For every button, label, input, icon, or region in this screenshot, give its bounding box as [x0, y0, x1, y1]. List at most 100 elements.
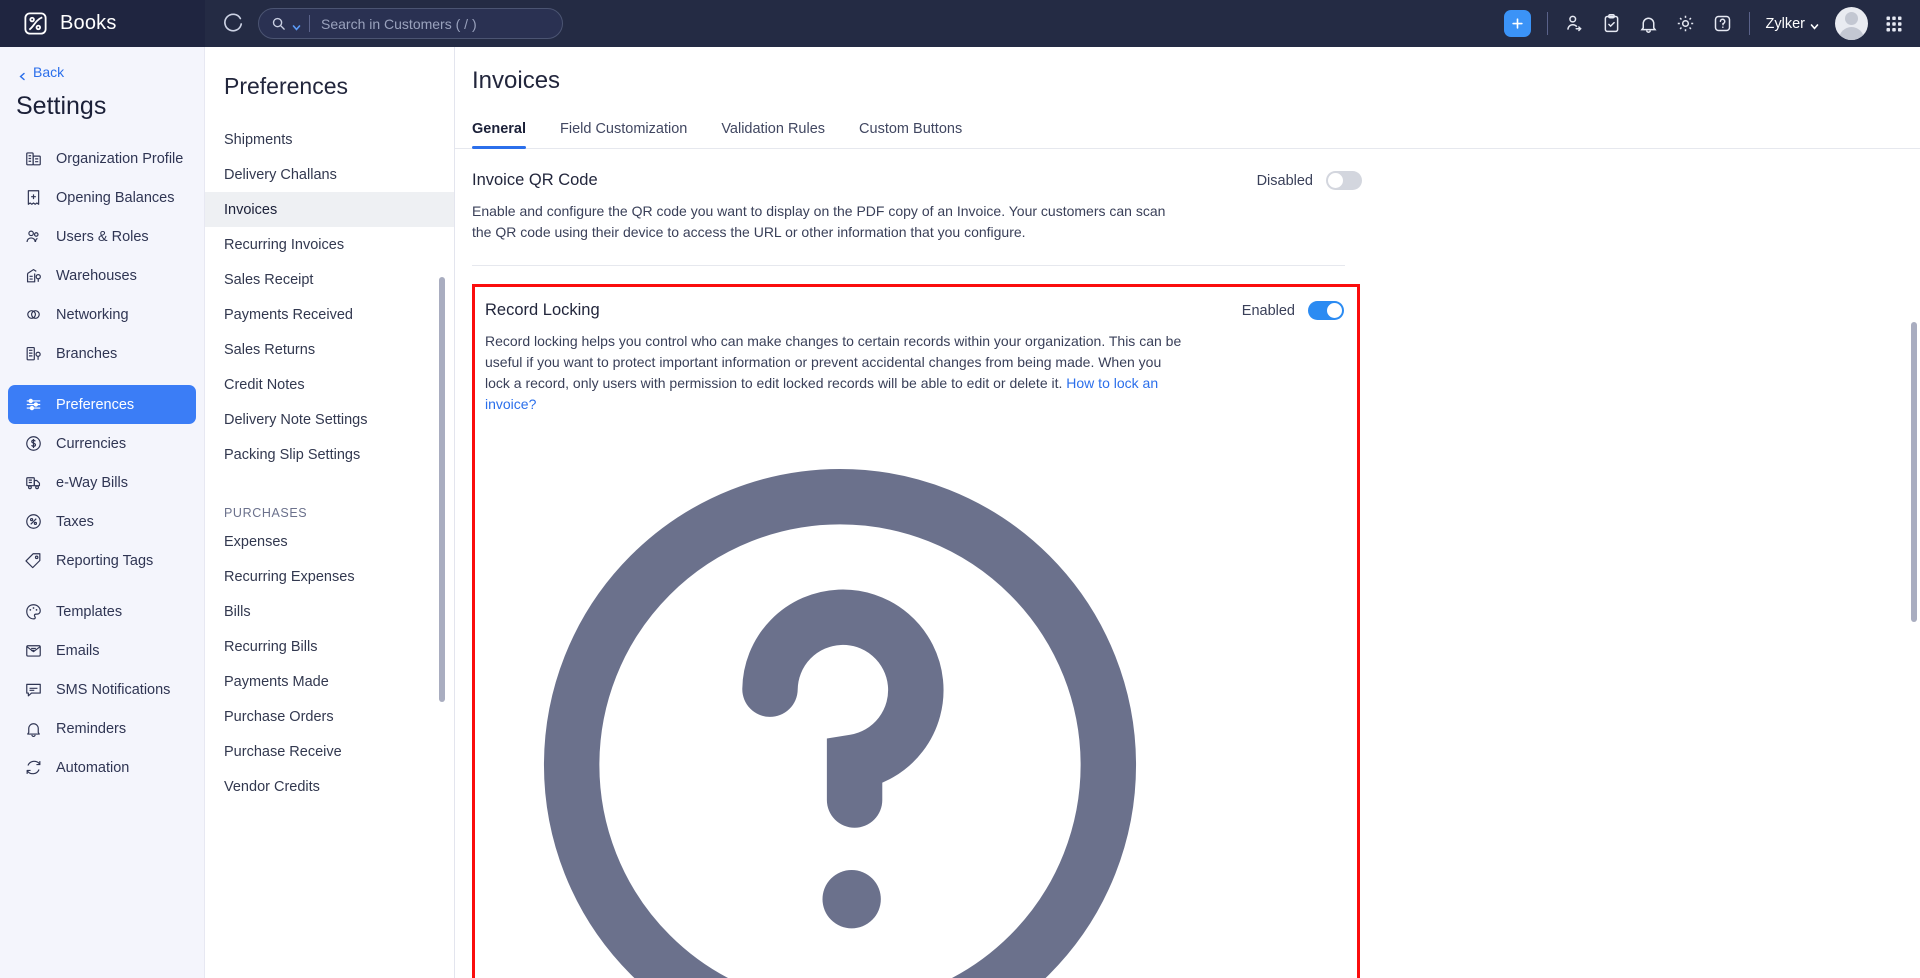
sidebar-item-preferences[interactable]: Preferences	[8, 385, 196, 424]
preferences-item-packing-slip-settings[interactable]: Packing Slip Settings	[205, 437, 454, 472]
sidebar-item-templates[interactable]: Templates	[8, 592, 196, 631]
gear-icon[interactable]	[1675, 13, 1696, 34]
settings-sidebar: Back Settings Organization ProfileOpenin…	[0, 47, 205, 978]
building-icon	[24, 149, 43, 168]
preferences-item-shipments[interactable]: Shipments	[205, 122, 454, 157]
sidebar-item-label: Networking	[56, 307, 129, 323]
sidebar-item-opening-balances[interactable]: Opening Balances	[8, 178, 196, 217]
preferences-item-credit-notes[interactable]: Credit Notes	[205, 367, 454, 402]
bell-icon	[24, 719, 43, 738]
sidebar-item-label: Branches	[56, 346, 117, 362]
sidebar-item-label: Currencies	[56, 436, 126, 452]
preferences-item-invoices[interactable]: Invoices	[205, 192, 454, 227]
preferences-item-purchase-orders[interactable]: Purchase Orders	[205, 699, 454, 734]
search-box[interactable]	[258, 8, 563, 39]
topbar-middle	[205, 8, 563, 39]
main-scrollbar[interactable]	[1911, 322, 1917, 622]
record-locking-toggle[interactable]	[1308, 301, 1344, 320]
tab-validation-rules[interactable]: Validation Rules	[721, 121, 825, 148]
brand-area[interactable]: Books	[0, 0, 205, 47]
sidebar-item-organization-profile[interactable]: Organization Profile	[8, 139, 196, 178]
qr-toggle[interactable]	[1326, 171, 1362, 190]
sidebar-item-reminders[interactable]: Reminders	[8, 709, 196, 748]
settings-nav-list: Organization ProfileOpening Balances User…	[0, 139, 204, 787]
org-switcher[interactable]: Zylker	[1766, 16, 1819, 32]
envelope-icon	[24, 641, 43, 660]
preferences-item-recurring-expenses[interactable]: Recurring Expenses	[205, 559, 454, 594]
help-icon[interactable]	[1712, 13, 1733, 34]
topbar-divider-2	[1749, 12, 1750, 35]
sidebar-item-label: Templates	[56, 604, 122, 620]
org-name-label: Zylker	[1766, 16, 1805, 32]
tab-custom-buttons[interactable]: Custom Buttons	[859, 121, 962, 148]
sidebar-item-taxes[interactable]: Taxes	[8, 502, 196, 541]
main-page-title: Invoices	[455, 47, 1920, 95]
add-new-button[interactable]	[1504, 10, 1531, 37]
chevron-down-icon	[1810, 19, 1819, 28]
record-locking-title: Record Locking	[485, 301, 600, 320]
refresh-icon[interactable]	[222, 13, 244, 35]
sidebar-item-emails[interactable]: Emails	[8, 631, 196, 670]
top-bar: Books	[0, 0, 1920, 47]
avatar[interactable]	[1835, 7, 1868, 40]
automation-icon	[24, 758, 43, 777]
clipboard-check-icon[interactable]	[1601, 13, 1622, 34]
record-locking-body: Record locking helps you control who can…	[485, 331, 1185, 978]
brand-name: Books	[60, 12, 117, 35]
preferences-scrollbar[interactable]	[439, 277, 445, 702]
sidebar-group-gap	[0, 373, 204, 385]
preferences-item-recurring-invoices[interactable]: Recurring Invoices	[205, 227, 454, 262]
sidebar-item-label: Emails	[56, 643, 100, 659]
sidebar-item-branches[interactable]: Branches	[8, 334, 196, 373]
search-divider	[309, 15, 310, 32]
sidebar-item-warehouses[interactable]: Warehouses	[8, 256, 196, 295]
sidebar-item-label: Taxes	[56, 514, 94, 530]
preferences-title: Preferences	[205, 47, 454, 122]
preferences-item-recurring-bills[interactable]: Recurring Bills	[205, 629, 454, 664]
preferences-item-expenses[interactable]: Expenses	[205, 524, 454, 559]
tab-general[interactable]: General	[472, 121, 526, 148]
preferences-item-payments-made[interactable]: Payments Made	[205, 664, 454, 699]
sidebar-item-label: Reminders	[56, 721, 126, 737]
sidebar-item-currencies[interactable]: Currencies	[8, 424, 196, 463]
preferences-item-payments-received[interactable]: Payments Received	[205, 297, 454, 332]
preferences-item-bills[interactable]: Bills	[205, 594, 454, 629]
back-link[interactable]: Back	[0, 47, 204, 80]
sidebar-item-label: Users & Roles	[56, 229, 149, 245]
receipt-icon	[24, 188, 43, 207]
sidebar-item-users-roles[interactable]: Users & Roles	[8, 217, 196, 256]
sidebar-item-label: Automation	[56, 760, 129, 776]
eway-truck-icon	[24, 473, 43, 492]
preferences-item-vendor-credits[interactable]: Vendor Credits	[205, 769, 454, 804]
preferences-item-delivery-note-settings[interactable]: Delivery Note Settings	[205, 402, 454, 437]
books-logo-icon	[22, 10, 49, 37]
section-invoice-qr-code: Invoice QR Code Disabled Enable and conf…	[472, 149, 1362, 243]
preferences-item-delivery-challans[interactable]: Delivery Challans	[205, 157, 454, 192]
sidebar-item-sms-notifications[interactable]: SMS Notifications	[8, 670, 196, 709]
preferences-item-sales-receipt[interactable]: Sales Receipt	[205, 262, 454, 297]
sidebar-group-gap	[0, 580, 204, 592]
grid-apps-icon[interactable]	[1884, 14, 1904, 34]
sidebar-item-reporting-tags[interactable]: Reporting Tags	[8, 541, 196, 580]
qr-section-title: Invoice QR Code	[472, 171, 598, 190]
bell-icon[interactable]	[1638, 13, 1659, 34]
sidebar-item-label: SMS Notifications	[56, 682, 170, 698]
contacts-icon[interactable]	[1564, 13, 1585, 34]
topbar-divider-1	[1547, 12, 1548, 35]
branch-icon	[24, 344, 43, 363]
chevron-down-icon[interactable]	[292, 19, 301, 28]
back-label: Back	[33, 64, 64, 80]
tab-field-customization[interactable]: Field Customization	[560, 121, 687, 148]
currency-icon	[24, 434, 43, 453]
sidebar-item-e-way-bills[interactable]: e-Way Bills	[8, 463, 196, 502]
search-input[interactable]	[321, 16, 550, 32]
qr-section-body: Enable and configure the QR code you wan…	[472, 201, 1172, 243]
search-icon	[271, 16, 286, 31]
preferences-section-header: PURCHASES	[205, 490, 454, 524]
page-title: Settings	[0, 80, 204, 139]
preferences-panel: Preferences ShipmentsDelivery ChallansIn…	[205, 47, 455, 978]
sidebar-item-networking[interactable]: Networking	[8, 295, 196, 334]
sidebar-item-automation[interactable]: Automation	[8, 748, 196, 787]
preferences-item-purchase-receive[interactable]: Purchase Receive	[205, 734, 454, 769]
preferences-item-sales-returns[interactable]: Sales Returns	[205, 332, 454, 367]
